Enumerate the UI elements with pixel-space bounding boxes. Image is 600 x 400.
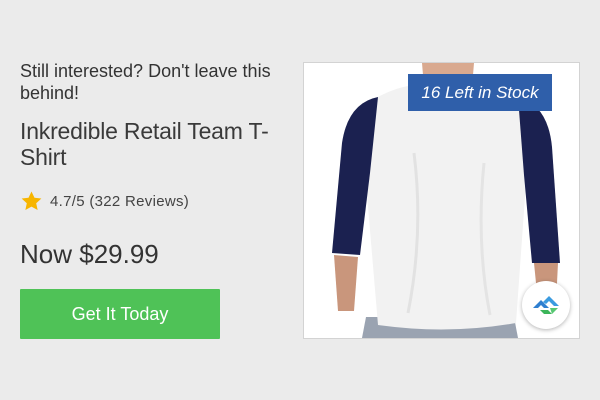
- rating-row: 4.7/5 (322 Reviews): [20, 190, 280, 213]
- get-it-today-button[interactable]: Get It Today: [20, 289, 220, 339]
- product-name[interactable]: Inkredible Retail Team T-Shirt: [20, 118, 280, 170]
- ad-copy: Still interested? Don't leave this behin…: [20, 60, 280, 270]
- product-image-frame[interactable]: 16 Left in Stock: [303, 62, 580, 339]
- brand-logo-icon[interactable]: [522, 281, 570, 329]
- retargeting-ad: Still interested? Don't leave this behin…: [0, 0, 600, 400]
- brand-logo-glyph: [533, 296, 559, 314]
- star-icon: [21, 191, 42, 211]
- tagline: Still interested? Don't leave this behin…: [20, 61, 271, 103]
- stock-badge: 16 Left in Stock: [408, 74, 552, 111]
- price: Now $29.99: [20, 239, 159, 269]
- rating-text: 4.7/5 (322 Reviews): [50, 193, 190, 210]
